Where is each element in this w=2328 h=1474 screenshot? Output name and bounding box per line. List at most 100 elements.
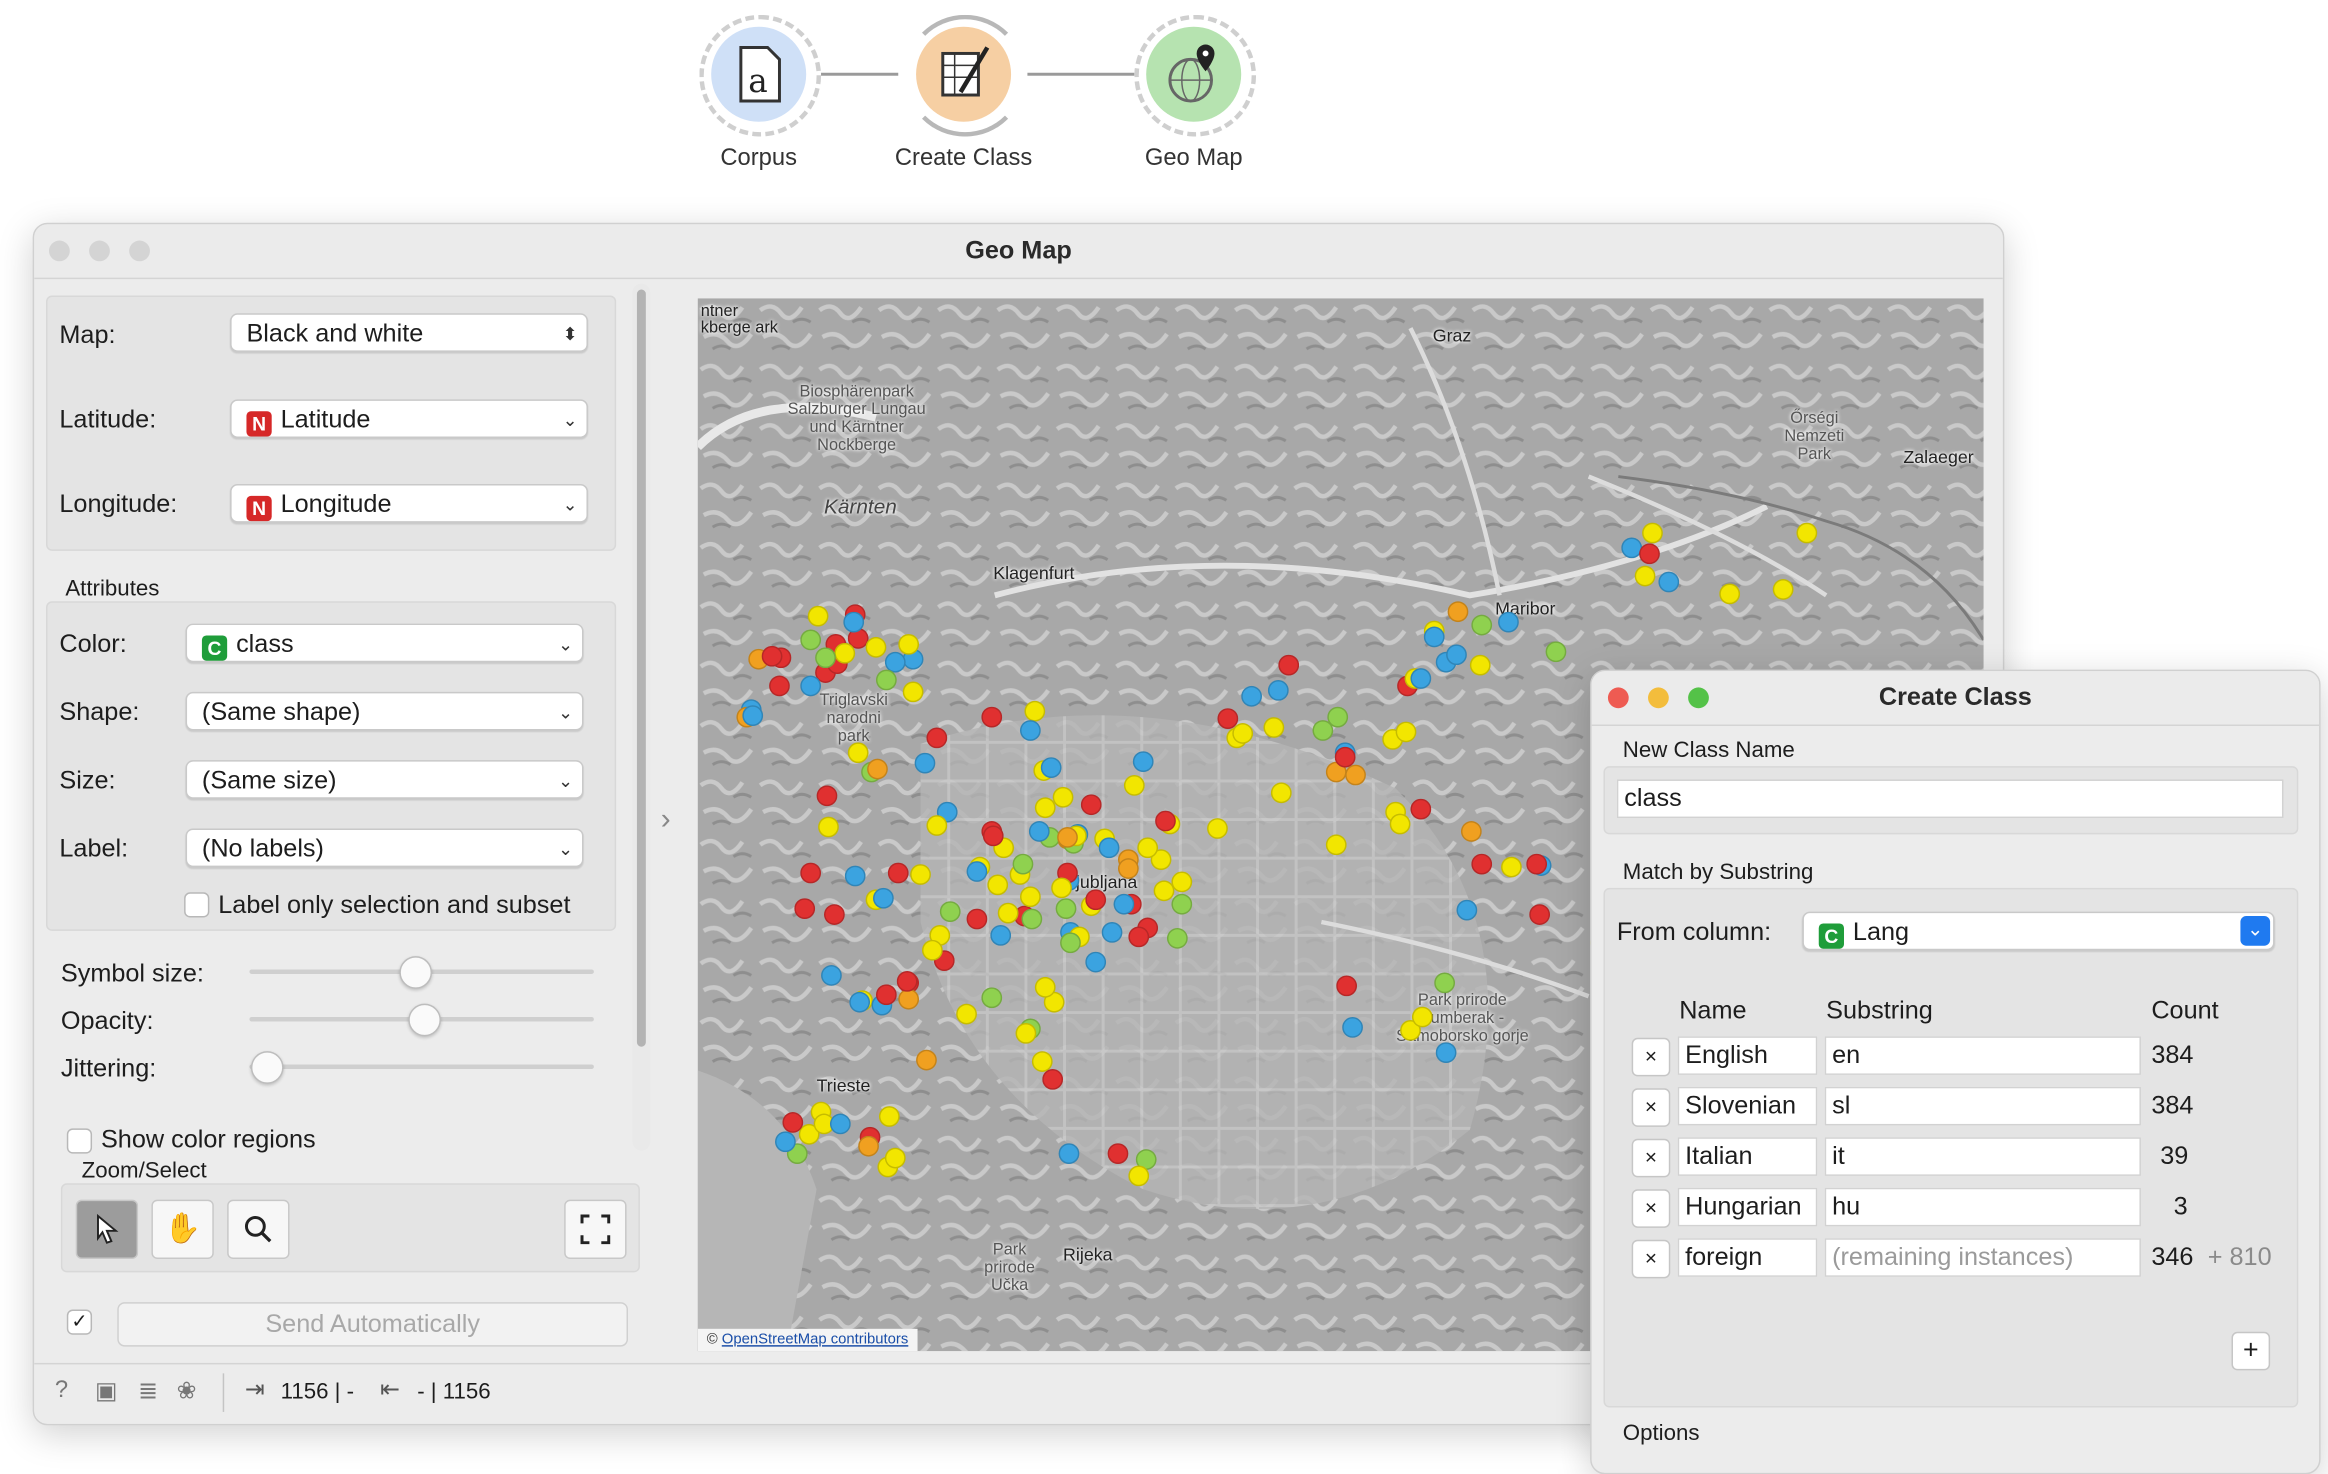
latitude-select[interactable]: N Latitude ⌄: [230, 399, 588, 438]
scrollbar-thumb[interactable]: [636, 289, 646, 1047]
map-point[interactable]: [848, 992, 870, 1013]
substring-cell[interactable]: sl: [1824, 1086, 2141, 1126]
map-point[interactable]: [1012, 853, 1034, 875]
remove-row-button[interactable]: ×: [1631, 1037, 1671, 1077]
map-point[interactable]: [1639, 543, 1661, 565]
substring-cell[interactable]: hu: [1824, 1187, 2141, 1227]
map-point[interactable]: [817, 816, 839, 838]
map-point[interactable]: [1634, 565, 1656, 586]
map-point[interactable]: [1411, 798, 1432, 820]
opacity-handle[interactable]: [408, 1003, 441, 1037]
map-point[interactable]: [1796, 522, 1818, 544]
map-point[interactable]: [1436, 1042, 1458, 1064]
map-point[interactable]: [844, 865, 866, 887]
map-point[interactable]: [1241, 685, 1262, 707]
map-point[interactable]: [1019, 720, 1041, 742]
map-point[interactable]: [769, 675, 791, 696]
map-point[interactable]: [1118, 858, 1140, 879]
map-point[interactable]: [1060, 932, 1082, 954]
map-point[interactable]: [1434, 972, 1455, 994]
from-column-select[interactable]: C Lang ⌄: [1802, 911, 2275, 951]
map-point[interactable]: [878, 1106, 900, 1128]
map-point[interactable]: [1055, 897, 1077, 919]
map-point[interactable]: [898, 988, 919, 1010]
substring-cell[interactable]: en: [1824, 1036, 2141, 1075]
map-point[interactable]: [1170, 893, 1192, 915]
workflow-node-create-class[interactable]: Create Class: [860, 14, 1068, 172]
class-name-cell[interactable]: foreign: [1677, 1238, 1818, 1277]
zoom-tool-button[interactable]: [227, 1199, 290, 1260]
map-point[interactable]: [876, 670, 897, 692]
jittering-track[interactable]: [249, 1064, 594, 1069]
map-point[interactable]: [1336, 975, 1358, 997]
map-point[interactable]: [1041, 757, 1063, 779]
map-point[interactable]: [897, 633, 919, 655]
map-point[interactable]: [896, 971, 918, 993]
map-point[interactable]: [1278, 654, 1300, 676]
map-point[interactable]: [981, 986, 1003, 1008]
controls-scrollbar[interactable]: [632, 283, 651, 1151]
palette-icon[interactable]: ❀: [177, 1376, 197, 1406]
map-point[interactable]: [1718, 583, 1740, 605]
workflow-node-corpus[interactable]: a Corpus: [655, 14, 863, 172]
map-point[interactable]: [848, 742, 869, 763]
map-point[interactable]: [1051, 877, 1073, 898]
save-icon[interactable]: ▣: [95, 1376, 117, 1406]
pan-tool-button[interactable]: ✋: [151, 1199, 214, 1260]
map-point[interactable]: [903, 681, 925, 703]
map-point[interactable]: [873, 888, 895, 909]
map-point[interactable]: [1098, 837, 1119, 859]
map-point[interactable]: [1270, 782, 1292, 804]
class-name-cell[interactable]: Hungarian: [1677, 1187, 1818, 1227]
map-point[interactable]: [866, 759, 888, 781]
longitude-select[interactable]: N Longitude ⌄: [230, 484, 588, 523]
map-point[interactable]: [1544, 642, 1566, 663]
map-point[interactable]: [865, 637, 886, 658]
map-point[interactable]: [1028, 821, 1050, 843]
map-point[interactable]: [794, 898, 816, 920]
map-point[interactable]: [1207, 818, 1228, 839]
map-point[interactable]: [966, 907, 988, 929]
substring-cell[interactable]: it: [1824, 1137, 2141, 1176]
map-point[interactable]: [1325, 834, 1347, 856]
map-point[interactable]: [981, 706, 1003, 728]
map-point[interactable]: [830, 1113, 852, 1135]
map-type-select[interactable]: Black and white ⬍: [230, 313, 588, 352]
label-select[interactable]: (No labels) ⌄: [185, 828, 584, 868]
map-point[interactable]: [926, 727, 948, 749]
map-point[interactable]: [1342, 1016, 1364, 1038]
remove-row-button[interactable]: ×: [1631, 1189, 1671, 1228]
map-point[interactable]: [1500, 857, 1522, 878]
map-point[interactable]: [1389, 813, 1411, 835]
map-point[interactable]: [1085, 951, 1107, 973]
map-point[interactable]: [1498, 611, 1519, 633]
shape-select[interactable]: (Same shape) ⌄: [185, 691, 584, 731]
map-point[interactable]: [876, 984, 897, 1006]
class-name-cell[interactable]: Slovenian: [1677, 1086, 1818, 1126]
map-point[interactable]: [858, 1135, 879, 1156]
map-point[interactable]: [926, 815, 948, 837]
map-point[interactable]: [966, 860, 988, 882]
map-point[interactable]: [1457, 900, 1478, 922]
map-point[interactable]: [914, 753, 936, 775]
map-point[interactable]: [1124, 774, 1146, 796]
map-point[interactable]: [1263, 717, 1285, 739]
map-point[interactable]: [1133, 751, 1154, 773]
reset-zoom-button[interactable]: [564, 1199, 627, 1260]
color-select[interactable]: Cclass ⌄: [185, 623, 584, 663]
workflow-node-geo-map[interactable]: Geo Map: [1090, 14, 1298, 172]
map-point[interactable]: [1166, 928, 1188, 949]
map-point[interactable]: [1471, 614, 1493, 636]
map-point[interactable]: [1411, 1006, 1433, 1027]
remove-row-button[interactable]: ×: [1631, 1138, 1671, 1178]
map-point[interactable]: [1344, 764, 1366, 786]
map-point[interactable]: [1085, 889, 1106, 911]
map-point[interactable]: [761, 645, 782, 666]
map-point[interactable]: [1154, 811, 1176, 832]
map-point[interactable]: [1171, 871, 1192, 892]
auto-send-checkbox[interactable]: ✓: [66, 1309, 93, 1335]
map-point[interactable]: [885, 651, 906, 673]
substring-placeholder-cell[interactable]: (remaining instances): [1824, 1238, 2141, 1277]
map-point[interactable]: [1642, 522, 1663, 544]
map-point[interactable]: [821, 964, 843, 986]
